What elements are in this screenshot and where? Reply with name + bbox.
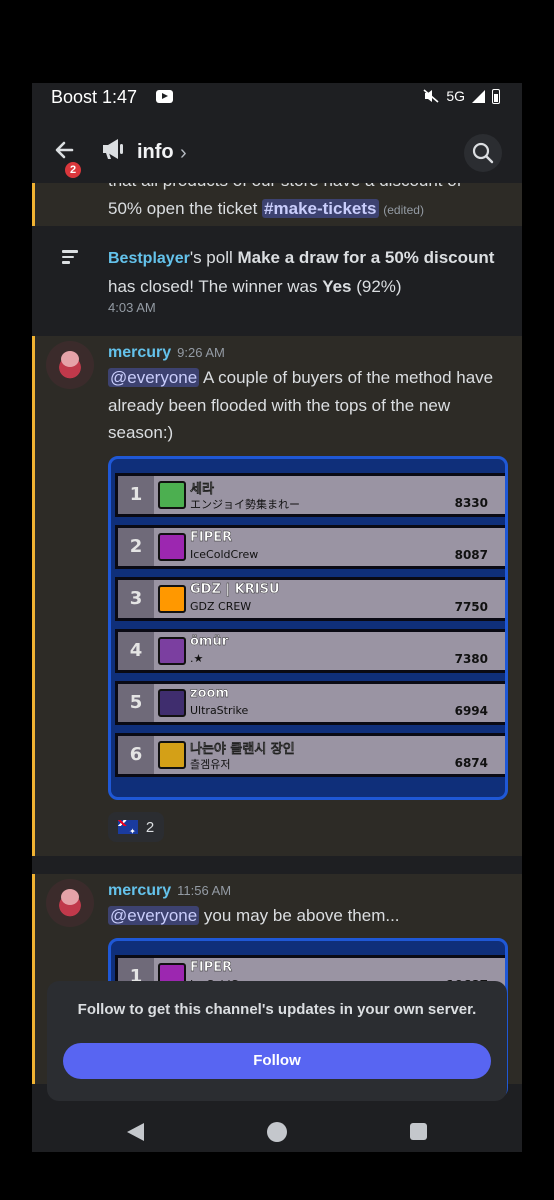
player-club: エンジョイ勢集まれー bbox=[190, 498, 300, 511]
leaderboard-rank: 4 bbox=[118, 632, 154, 670]
message-time: 11:56 AM bbox=[177, 883, 232, 898]
leaderboard-row: 5 zoom UltraStrike 6994 bbox=[115, 681, 505, 725]
chevron-right-icon[interactable]: › bbox=[180, 142, 187, 165]
poll-text: 's poll bbox=[189, 248, 238, 267]
nav-recents-icon[interactable] bbox=[410, 1123, 427, 1140]
player-club: 츨겜유저 bbox=[190, 758, 231, 771]
player-name: 나는야 클랜시 장인 bbox=[190, 742, 295, 757]
channel-header: 2 info › bbox=[32, 111, 522, 183]
player-name: ömür bbox=[190, 634, 229, 649]
status-carrier-time: Boost 1:47 bbox=[51, 87, 138, 107]
signal-icon bbox=[472, 89, 485, 103]
leaderboard-row: 2 FIPER IceColdCrew 8087 bbox=[115, 525, 505, 569]
avatar[interactable] bbox=[46, 341, 94, 389]
message-text: 50% open the ticket bbox=[108, 198, 263, 218]
media-playing-icon bbox=[156, 90, 173, 103]
follow-description: Follow to get this channel's updates in … bbox=[77, 1001, 477, 1018]
leaderboard-row: 3 GDZ | KRISU GDZ CREW 7750 bbox=[115, 577, 505, 621]
player-club: GDZ CREW bbox=[190, 600, 252, 613]
leaderboard-rank: 5 bbox=[118, 684, 154, 722]
poll-text: (92%) bbox=[351, 276, 402, 296]
player-icon bbox=[158, 741, 186, 769]
player-score: 6874 bbox=[454, 756, 488, 770]
message-previous: that all products of our store have a di… bbox=[32, 183, 522, 226]
message-text: you may be above them... bbox=[199, 906, 400, 925]
poll-icon bbox=[62, 250, 78, 264]
edited-label: (edited) bbox=[383, 202, 424, 217]
leaderboard-image[interactable]: 1 세라 エンジョイ勢集まれー 8330 2 FIPER IceColdCrew 8087 3 G… bbox=[108, 456, 508, 800]
player-name: zoom bbox=[190, 686, 229, 701]
player-icon bbox=[158, 533, 186, 561]
message-text-line: that all products of our store have a di… bbox=[108, 183, 508, 195]
system-nav-bar bbox=[32, 1112, 522, 1152]
search-button[interactable] bbox=[464, 134, 502, 172]
player-club: .★ bbox=[190, 652, 204, 665]
player-name: FIPER bbox=[190, 530, 233, 545]
player-name: FIPER bbox=[190, 960, 233, 975]
poll-result-message: Bestplayer's poll Make a draw for a 50% … bbox=[32, 226, 522, 336]
australia-flag-icon bbox=[117, 820, 138, 836]
unread-badge: 2 bbox=[63, 160, 83, 180]
status-bar: Boost 1:47 5G bbox=[32, 83, 522, 111]
reaction-button[interactable]: 2 bbox=[108, 812, 164, 842]
message-mercury-1: mercury 9:26 AM @everyone A couple of buy… bbox=[32, 336, 522, 856]
poll-text: has closed! The winner was bbox=[108, 276, 323, 296]
player-club: IceColdCrew bbox=[190, 548, 259, 561]
leaderboard-row: 4 ömür .★ 7380 bbox=[115, 629, 505, 673]
message-author[interactable]: mercury bbox=[108, 344, 171, 361]
channel-name[interactable]: info bbox=[137, 141, 174, 164]
leaderboard-row: 6 나는야 클랜시 장인 츨겜유저 6874 bbox=[115, 733, 505, 777]
leaderboard-rank: 2 bbox=[118, 528, 154, 566]
player-name: 세라 bbox=[190, 482, 214, 497]
avatar[interactable] bbox=[46, 879, 94, 927]
leaderboard-row: 1 세라 エンジョイ勢集まれー 8330 bbox=[115, 473, 505, 517]
announcement-icon bbox=[103, 139, 123, 159]
nav-back-icon[interactable] bbox=[127, 1123, 144, 1141]
battery-icon bbox=[492, 88, 500, 104]
player-icon bbox=[158, 689, 186, 717]
leaderboard-rank: 1 bbox=[118, 476, 154, 514]
mute-icon bbox=[423, 89, 439, 103]
nav-home-icon[interactable] bbox=[267, 1122, 287, 1142]
poll-title: Make a draw for a 50% discount bbox=[237, 248, 495, 267]
poll-time: 4:03 AM bbox=[108, 300, 156, 315]
follow-channel-banner: Follow to get this channel's updates in … bbox=[47, 981, 507, 1101]
leaderboard-rank: 3 bbox=[118, 580, 154, 618]
player-score: 8330 bbox=[454, 496, 488, 510]
channel-link[interactable]: #make-tickets bbox=[262, 198, 379, 218]
player-score: 8087 bbox=[454, 548, 488, 562]
player-score: 6994 bbox=[454, 704, 488, 718]
poll-user[interactable]: Bestplayer bbox=[108, 250, 190, 267]
everyone-mention[interactable]: @everyone bbox=[108, 368, 200, 387]
poll-winner: Yes bbox=[322, 276, 352, 296]
phone-screen: Boost 1:47 5G 2 info › 50% open the tick… bbox=[32, 83, 522, 1152]
leaderboard-rank: 6 bbox=[118, 736, 154, 774]
search-icon bbox=[472, 142, 494, 164]
follow-button[interactable]: Follow bbox=[63, 1043, 491, 1079]
player-icon bbox=[158, 585, 186, 613]
player-name: GDZ | KRISU bbox=[190, 582, 280, 597]
player-score: 7750 bbox=[454, 600, 488, 614]
player-score: 7380 bbox=[454, 652, 488, 666]
everyone-mention[interactable]: @everyone bbox=[108, 906, 200, 925]
message-time: 9:26 AM bbox=[177, 345, 225, 360]
reaction-count: 2 bbox=[145, 818, 155, 836]
message-author[interactable]: mercury bbox=[108, 882, 171, 899]
network-type: 5G bbox=[446, 88, 465, 104]
player-icon bbox=[158, 637, 186, 665]
player-icon bbox=[158, 481, 186, 509]
player-club: UltraStrike bbox=[190, 704, 249, 717]
